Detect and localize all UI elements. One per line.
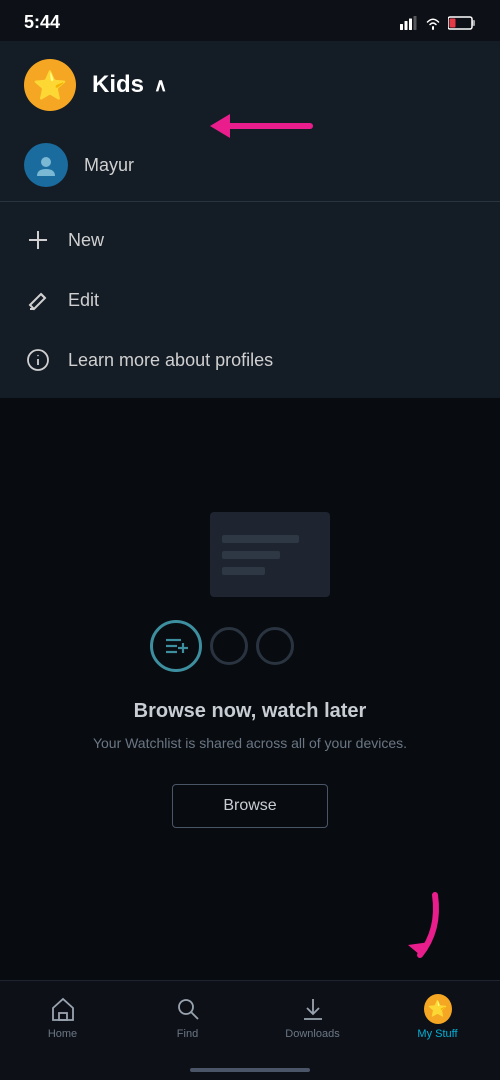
new-profile-item[interactable]: New [0,210,500,270]
nav-find[interactable]: Find [125,991,250,1040]
status-time: 5:44 [24,12,60,33]
mayur-avatar [24,143,68,187]
edit-profile-item[interactable]: Edit [0,270,500,330]
watchlist-subtitle: Your Watchlist is shared across all of y… [93,733,407,754]
circle-icon-1 [210,627,248,665]
add-to-watchlist-icon [150,620,202,672]
home-icon [49,995,77,1023]
main-content: Browse now, watch later Your Watchlist i… [0,360,500,980]
edit-label: Edit [68,290,99,311]
watchlist-title: Browse now, watch later [134,700,367,723]
nav-downloads[interactable]: Downloads [250,991,375,1040]
plus-icon [24,226,52,254]
learn-more-label: Learn more about profiles [68,350,273,371]
my-stuff-nav-label: My Stuff [417,1028,457,1040]
downloads-nav-label: Downloads [285,1028,339,1040]
mayur-profile-name: Mayur [84,155,134,176]
thumbnail-placeholder [210,512,330,597]
signal-icon [400,16,418,30]
bottom-nav: Home Find Downloads ⭐ My Stuff [0,980,500,1080]
find-nav-label: Find [177,1028,198,1040]
status-bar: 5:44 [0,0,500,41]
new-label: New [68,230,104,251]
watchlist-illustration [150,512,350,672]
thumb-line-3 [222,567,265,575]
kids-profile-name: Kids [92,71,144,99]
wifi-icon [424,16,442,30]
my-stuff-avatar-icon: ⭐ [424,995,452,1023]
search-icon [174,995,202,1023]
my-stuff-annotation-arrow [380,890,450,975]
thumb-line-1 [222,535,299,543]
mayur-profile-row[interactable]: Mayur [0,129,500,201]
kids-avatar: ⭐ [24,59,76,111]
active-profile-kids[interactable]: ⭐ Kids ∧ [0,41,500,129]
nav-home[interactable]: Home [0,991,125,1040]
home-indicator [190,1068,310,1072]
chevron-up-icon: ∧ [154,75,167,96]
watchlist-icon-group [150,620,294,672]
menu-items: New Edit Learn more about [0,202,500,398]
info-icon [24,346,52,374]
profile-dropdown: ⭐ Kids ∧ Mayur [0,41,500,398]
home-nav-label: Home [48,1028,77,1040]
thumb-line-2 [222,551,280,559]
my-stuff-kids-avatar: ⭐ [424,994,452,1024]
nav-my-stuff[interactable]: ⭐ My Stuff [375,991,500,1040]
battery-icon [448,16,476,30]
edit-icon [24,286,52,314]
download-icon [299,995,327,1023]
circle-icon-2 [256,627,294,665]
learn-more-item[interactable]: Learn more about profiles [0,330,500,390]
status-icons [400,16,476,30]
browse-button[interactable]: Browse [172,784,327,828]
